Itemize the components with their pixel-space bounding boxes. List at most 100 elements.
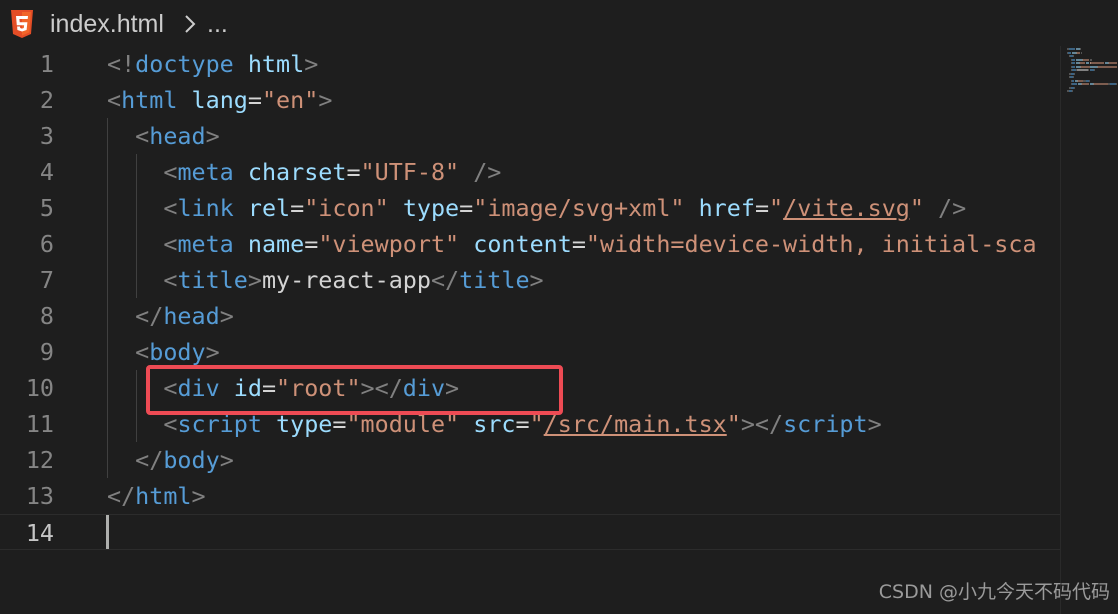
line-number: 3	[39, 122, 54, 150]
code-line[interactable]: 3 <head>	[0, 118, 1060, 154]
code-token: <	[163, 158, 178, 186]
minimap-token	[1072, 90, 1074, 92]
code-line[interactable]: 14	[0, 514, 1060, 550]
code-token: body	[163, 446, 220, 474]
code-token: =	[247, 86, 262, 114]
breadcrumb-more[interactable]: ...	[207, 9, 228, 39]
code-token: <	[163, 230, 178, 258]
code-text: <head>	[107, 118, 220, 154]
line-number: 9	[39, 338, 54, 366]
minimap-token	[1076, 69, 1088, 71]
code-token: "width=device-width, initial-sca	[585, 230, 1037, 258]
minimap-token	[1073, 76, 1075, 78]
code-text: <!doctype html>	[107, 46, 318, 82]
line-number: 12	[25, 446, 54, 474]
code-token: title	[459, 266, 530, 294]
breadcrumb-file-name[interactable]: index.html	[50, 9, 164, 39]
code-text: <title>my-react-app</title>	[107, 262, 544, 298]
code-token: ></	[740, 410, 784, 438]
code-token: link	[177, 194, 234, 222]
code-token: />	[923, 194, 967, 222]
code-token: "	[909, 194, 924, 222]
code-token: <	[163, 194, 178, 222]
minimap-token	[1090, 62, 1104, 64]
minimap-token	[1094, 83, 1107, 85]
code-line[interactable]: 13 </html>	[0, 478, 1060, 514]
minimap-token	[1071, 62, 1076, 64]
line-number: 4	[39, 158, 54, 186]
code-token: />	[459, 158, 502, 186]
code-token: =	[290, 194, 305, 222]
code-token: </	[135, 302, 164, 330]
code-line[interactable]: 12 </body>	[0, 442, 1060, 478]
highlight-box	[146, 365, 563, 415]
line-number: 11	[25, 410, 54, 438]
code-token: </	[430, 266, 460, 294]
minimap-token	[1074, 72, 1076, 75]
code-line[interactable]: 8 </head>	[0, 298, 1060, 334]
code-token: >	[247, 266, 262, 294]
code-token: /vite.svg	[783, 194, 910, 222]
minimap-token	[1094, 69, 1095, 71]
code-token: "UTF-8"	[360, 158, 460, 186]
code-token: charset	[247, 158, 347, 186]
code-token: >	[205, 338, 220, 366]
minimap-token	[1074, 86, 1076, 89]
code-token: </	[135, 446, 164, 474]
code-line[interactable]: 7 <title>my-react-app</title>	[0, 262, 1060, 298]
code-line[interactable]: 2 <html lang="en">	[0, 82, 1060, 118]
code-token: content	[473, 230, 572, 258]
code-token: my-react-app	[261, 266, 431, 294]
code-token: >	[529, 266, 544, 294]
minimap-token	[1073, 55, 1075, 57]
code-line[interactable]: 6 <meta name="viewport" content="width=d…	[0, 226, 1060, 262]
code-text: <html lang="en">	[107, 82, 332, 118]
code-token: script	[783, 410, 868, 438]
code-token: "	[726, 410, 741, 438]
code-token: <	[107, 86, 122, 114]
minimap-token	[1079, 62, 1085, 64]
code-token: head	[149, 122, 206, 150]
code-token: </	[107, 482, 136, 510]
minimap-token	[1080, 51, 1082, 54]
code-text: </head>	[107, 298, 234, 334]
code-editor[interactable]: 1 <!doctype html> 2 <html lang="en"> 3 <head…	[0, 46, 1060, 614]
minimap[interactable]	[1060, 46, 1118, 614]
code-token: doctype	[135, 50, 234, 78]
code-token: >	[867, 410, 882, 438]
code-text: <link rel="icon" type="image/svg+xml" hr…	[107, 190, 966, 226]
code-line[interactable]: 5 <link rel="icon" type="image/svg+xml" …	[0, 190, 1060, 226]
minimap-token	[1089, 58, 1093, 61]
watermark: CSDN @小九今天不码代码	[878, 581, 1110, 603]
code-token: meta	[177, 158, 234, 186]
code-token: "icon"	[304, 194, 389, 222]
code-token: head	[163, 302, 220, 330]
html5-icon	[11, 10, 33, 38]
code-token: <	[135, 122, 150, 150]
code-token: html	[121, 86, 178, 114]
code-token: <	[135, 338, 150, 366]
code-token: >	[219, 302, 234, 330]
code-token: html	[247, 50, 305, 78]
code-line[interactable]: 4 <meta charset="UTF-8" />	[0, 154, 1060, 190]
line-number: 13	[25, 482, 54, 510]
code-token: type	[402, 194, 460, 222]
code-token: <	[163, 266, 178, 294]
code-token: >	[304, 50, 319, 78]
line-number: 5	[39, 194, 54, 222]
minimap-token	[1110, 62, 1117, 64]
minimap-token	[1071, 79, 1075, 82]
minimap-token	[1071, 83, 1077, 85]
code-token: /src/main.tsx	[543, 410, 727, 438]
minimap-token	[1082, 83, 1090, 85]
code-line[interactable]: 1 <!doctype html>	[0, 46, 1060, 82]
line-number: 1	[39, 50, 54, 78]
code-token: lang	[191, 86, 248, 114]
